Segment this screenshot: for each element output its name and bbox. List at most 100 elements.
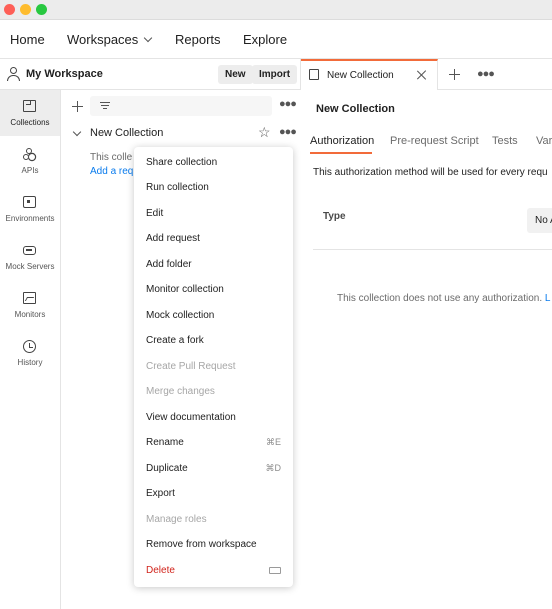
menu-item-merge-changes: Merge changes <box>134 379 293 404</box>
collection-description: This colle <box>90 152 133 163</box>
nav-workspaces-label: Workspaces <box>67 32 139 47</box>
menu-item-label: View documentation <box>146 412 236 423</box>
filter-input[interactable] <box>90 96 272 116</box>
filter-icon <box>100 102 110 110</box>
menu-item-remove-from-workspace[interactable]: Remove from workspace <box>134 532 293 557</box>
menu-item-view-documentation[interactable]: View documentation <box>134 405 293 430</box>
tab-tests[interactable]: Tests <box>492 135 518 147</box>
rail-item-label: History <box>17 358 43 367</box>
menu-item-label: Create a fork <box>146 335 204 346</box>
rail-item-mock-servers[interactable]: Mock Servers <box>0 234 60 280</box>
no-auth-text: This collection does not use any authori… <box>337 293 545 304</box>
workspace-header: My Workspace New Import <box>0 59 300 90</box>
tab-variables[interactable]: Vari <box>536 135 552 147</box>
menu-item-rename[interactable]: Rename ⌘E <box>134 430 293 455</box>
rail-item-environments[interactable]: Environments <box>0 186 60 232</box>
menu-item-duplicate[interactable]: Duplicate ⌘D <box>134 456 293 481</box>
learn-more-link[interactable]: L <box>545 293 551 304</box>
request-tab-bar: New Collection ●●● <box>300 59 552 90</box>
collection-name: New Collection <box>90 127 164 139</box>
chevron-down-icon <box>144 33 153 43</box>
collection-more-icon[interactable]: ●●● <box>279 126 297 138</box>
type-label: Type <box>323 211 346 222</box>
menu-item-edit[interactable]: Edit <box>134 201 293 226</box>
nav-home[interactable]: Home <box>10 32 45 47</box>
rail-item-label: Environments <box>5 214 55 223</box>
rail-item-history[interactable]: History <box>0 330 60 376</box>
collection-context-menu: Share collection Run collection Edit Add… <box>134 147 293 587</box>
nav-explore[interactable]: Explore <box>243 32 287 47</box>
shortcut-label: ⌘D <box>265 463 282 473</box>
monitors-icon <box>23 292 36 304</box>
menu-item-label: Manage roles <box>146 514 207 525</box>
more-options-icon[interactable]: ●●● <box>279 98 297 110</box>
tab-label: New Collection <box>327 70 394 81</box>
rail-item-label: Collections <box>10 118 50 127</box>
menu-item-share-collection[interactable]: Share collection <box>134 150 293 175</box>
auth-type-select[interactable]: No A <box>527 208 552 233</box>
history-icon <box>23 340 36 353</box>
menu-item-add-request[interactable]: Add request <box>134 226 293 251</box>
menu-item-label: Share collection <box>146 157 218 168</box>
rail-item-collections[interactable]: Collections <box>0 90 60 136</box>
workspace-title[interactable]: My Workspace <box>26 68 103 80</box>
window-titlebar <box>0 0 552 20</box>
chevron-down-icon[interactable] <box>72 127 82 137</box>
menu-item-label: Create Pull Request <box>146 361 236 372</box>
menu-item-label: Delete <box>146 565 175 576</box>
collection-row[interactable]: New Collection ☆ ●●● <box>61 123 300 145</box>
menu-item-export[interactable]: Export <box>134 481 293 506</box>
menu-item-monitor-collection[interactable]: Monitor collection <box>134 277 293 302</box>
menu-item-label: Edit <box>146 208 164 219</box>
menu-item-label: Rename <box>146 437 184 448</box>
menu-item-label: Remove from workspace <box>146 539 257 550</box>
shortcut-label: ⌘E <box>265 437 281 447</box>
no-auth-message: This collection does not use any authori… <box>337 293 550 304</box>
menu-item-label: Export <box>146 488 175 499</box>
star-icon[interactable]: ☆ <box>258 124 271 141</box>
import-button[interactable]: Import <box>252 65 298 84</box>
minimize-window-button[interactable] <box>20 4 31 15</box>
apis-icon <box>23 148 36 160</box>
rail-item-label: Mock Servers <box>5 262 55 271</box>
menu-item-delete[interactable]: Delete <box>134 558 293 583</box>
tab-authorization[interactable]: Authorization <box>310 135 374 147</box>
mock-servers-icon <box>23 246 36 255</box>
new-tab-icon[interactable] <box>449 69 460 80</box>
menu-item-label: Duplicate <box>146 463 188 474</box>
close-icon[interactable] <box>417 70 427 80</box>
rail-item-apis[interactable]: APIs <box>0 138 60 184</box>
menu-item-add-folder[interactable]: Add folder <box>134 252 293 277</box>
tab-new-collection[interactable]: New Collection <box>301 59 438 90</box>
environments-icon <box>23 196 36 208</box>
person-icon <box>7 67 20 81</box>
tab-pre-request-script[interactable]: Pre-request Script <box>390 135 479 147</box>
menu-item-label: Run collection <box>146 182 209 193</box>
auth-description: This authorization method will be used f… <box>313 167 548 178</box>
active-tab-indicator <box>310 152 372 154</box>
menu-item-run-collection[interactable]: Run collection <box>134 175 293 200</box>
nav-workspaces[interactable]: Workspaces <box>67 32 153 47</box>
add-request-link[interactable]: Add a req <box>90 166 133 177</box>
delete-key-icon <box>269 567 281 574</box>
menu-item-create-fork[interactable]: Create a fork <box>134 328 293 353</box>
collection-tabs: Authorization Pre-request Script Tests V… <box>300 128 552 155</box>
nav-reports[interactable]: Reports <box>175 32 221 47</box>
maximize-window-button[interactable] <box>36 4 47 15</box>
divider <box>313 249 552 250</box>
tab-more-icon[interactable]: ●●● <box>477 68 495 80</box>
menu-item-label: Mock collection <box>146 310 215 321</box>
close-window-button[interactable] <box>4 4 15 15</box>
add-icon[interactable] <box>72 101 83 112</box>
menu-item-mock-collection[interactable]: Mock collection <box>134 303 293 328</box>
menu-item-create-pull-request: Create Pull Request <box>134 354 293 379</box>
top-navigation: Home Workspaces Reports Explore <box>0 20 552 59</box>
left-rail: Collections APIs Environments Mock Serve… <box>0 90 61 609</box>
new-button[interactable]: New <box>218 65 253 84</box>
rail-item-label: Monitors <box>14 310 46 319</box>
rail-item-monitors[interactable]: Monitors <box>0 282 60 328</box>
menu-item-label: Merge changes <box>146 386 215 397</box>
menu-item-manage-roles: Manage roles <box>134 507 293 532</box>
menu-item-label: Monitor collection <box>146 284 224 295</box>
collections-icon <box>23 100 36 112</box>
